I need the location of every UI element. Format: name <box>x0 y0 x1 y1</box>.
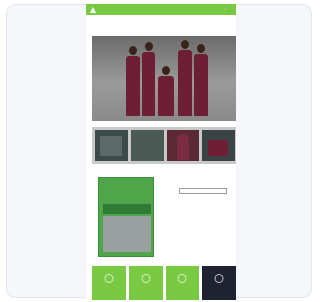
feature-tile[interactable] <box>202 266 236 300</box>
feature-tile[interactable] <box>128 266 163 300</box>
product-tile[interactable] <box>130 130 164 161</box>
feature-icon <box>177 274 187 283</box>
guide-section <box>92 174 236 260</box>
feature-icon <box>104 274 114 283</box>
product-tile[interactable] <box>95 130 128 161</box>
hero-figure-head <box>162 66 170 75</box>
hero-figure-head <box>129 46 137 55</box>
hero-figure-head <box>197 44 205 53</box>
book-photo <box>103 216 151 252</box>
webpage-thumbnail: ⌕ <box>86 4 236 300</box>
product-tile[interactable] <box>166 130 200 161</box>
hero-figure <box>126 56 140 116</box>
feature-icon <box>141 274 151 283</box>
guide-button[interactable] <box>179 188 227 194</box>
feature-tile[interactable] <box>92 266 126 300</box>
leaf-logo-icon[interactable] <box>89 6 97 14</box>
guide-info <box>172 180 234 194</box>
bottom-tiles <box>92 266 236 300</box>
search-icon[interactable]: ⌕ <box>225 8 226 11</box>
feature-tile[interactable] <box>165 266 200 300</box>
feature-icon <box>214 274 224 283</box>
product-strip <box>92 127 236 164</box>
hero-figure <box>178 50 192 116</box>
hero-figure <box>194 54 208 116</box>
top-nav-bar: ⌕ <box>86 4 236 15</box>
hero-figure <box>142 52 155 116</box>
book-band <box>103 204 151 214</box>
hero-figure-head <box>181 40 189 49</box>
hero-figure-head <box>145 42 153 51</box>
product-tile[interactable] <box>202 130 235 161</box>
hero-figure <box>158 76 174 116</box>
guide-book-cover[interactable] <box>98 177 154 257</box>
nav-right[interactable]: ⌕ <box>225 8 228 11</box>
hero-banner <box>92 36 236 121</box>
